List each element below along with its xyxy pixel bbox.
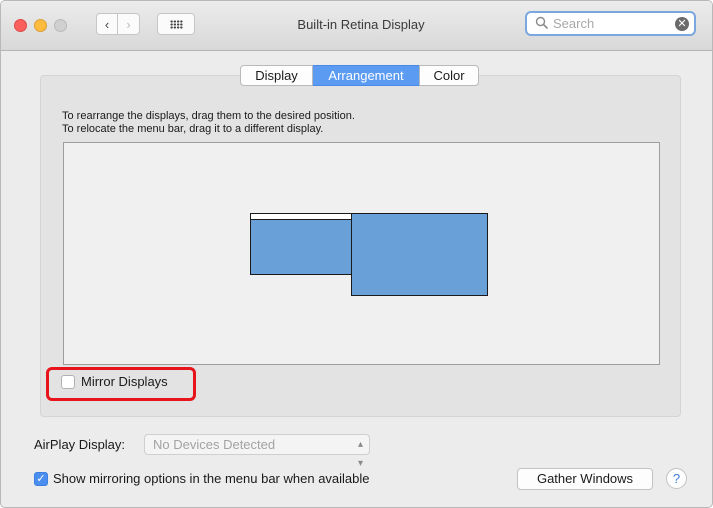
chevron-left-icon: ‹ bbox=[104, 16, 110, 32]
show-all-button[interactable] bbox=[157, 13, 195, 35]
tab-color[interactable]: Color bbox=[419, 65, 479, 86]
display-main[interactable] bbox=[250, 213, 352, 275]
show-mirroring-checkbox[interactable]: ✓ bbox=[34, 471, 48, 486]
search-placeholder: Search bbox=[553, 16, 595, 31]
instruction-text-2: To relocate the menu bar, drag it to a d… bbox=[62, 123, 324, 135]
minimize-window-button[interactable] bbox=[34, 19, 47, 32]
instruction-text-1: To rearrange the displays, drag them to … bbox=[62, 110, 355, 122]
forward-button[interactable]: › bbox=[118, 13, 140, 35]
grid-icon bbox=[169, 19, 183, 29]
display-arrangement-area[interactable] bbox=[63, 142, 660, 365]
close-window-button[interactable] bbox=[14, 19, 27, 32]
airplay-selected-value: No Devices Detected bbox=[153, 437, 276, 452]
window-title: Built-in Retina Display bbox=[297, 17, 425, 32]
preferences-window: ‹ › Built-in Retina Display Search ✕ Dis… bbox=[0, 0, 713, 508]
clear-search-icon[interactable]: ✕ bbox=[675, 17, 689, 31]
show-mirroring-label: Show mirroring options in the menu bar w… bbox=[53, 471, 370, 486]
mirror-displays-label: Mirror Displays bbox=[81, 374, 168, 389]
tab-arrangement[interactable]: Arrangement bbox=[313, 65, 419, 86]
airplay-label: AirPlay Display: bbox=[34, 437, 126, 452]
chevron-right-icon: › bbox=[126, 16, 131, 32]
mirror-displays-checkbox[interactable] bbox=[61, 374, 75, 389]
menu-bar-indicator[interactable] bbox=[251, 214, 351, 220]
back-button[interactable]: ‹ bbox=[96, 13, 118, 35]
gather-windows-button[interactable]: Gather Windows bbox=[517, 468, 653, 490]
search-field[interactable]: Search ✕ bbox=[525, 11, 696, 36]
tab-display[interactable]: Display bbox=[240, 65, 313, 86]
airplay-select[interactable]: No Devices Detected ▴ ▾ bbox=[144, 434, 370, 469]
zoom-window-button[interactable] bbox=[54, 19, 67, 32]
tab-bar: Display Arrangement Color bbox=[240, 65, 479, 86]
mirror-displays-option[interactable]: Mirror Displays bbox=[61, 374, 168, 389]
checkmark-icon: ✓ bbox=[36, 472, 46, 485]
display-secondary[interactable] bbox=[351, 213, 488, 296]
search-icon bbox=[535, 16, 549, 30]
help-button[interactable]: ? bbox=[666, 468, 687, 489]
title-bar: ‹ › Built-in Retina Display Search ✕ bbox=[1, 1, 712, 51]
updown-chevron-icon: ▴ ▾ bbox=[357, 439, 363, 469]
show-mirroring-option[interactable]: ✓ Show mirroring options in the menu bar… bbox=[34, 471, 370, 486]
